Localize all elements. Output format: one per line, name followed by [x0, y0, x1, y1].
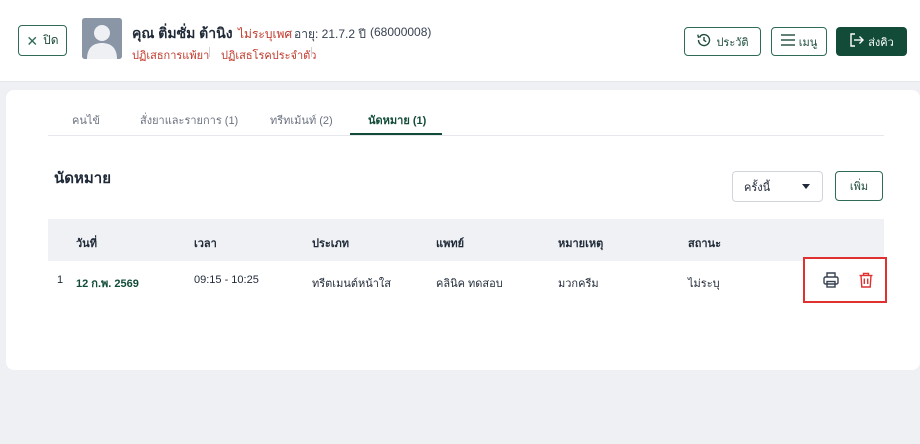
column-header-doctor: แพทย์ — [436, 238, 465, 250]
active-tab-indicator — [350, 133, 442, 135]
send-queue-button[interactable]: ส่งคิว — [836, 27, 907, 56]
table-row: 1 12 ก.พ. 2569 09:15 - 10:25 ทรีตเมนต์หน… — [48, 261, 884, 299]
column-header-type: ประเภท — [312, 238, 350, 250]
column-header-note: หมายเหตุ — [558, 238, 604, 250]
close-icon: ✕ — [26, 32, 39, 49]
patient-name: คุณ ติ่มซั่ม ต้านิง — [132, 25, 233, 41]
row-index: 1 — [57, 274, 64, 286]
tab-bar: คนไข้ สั่งยาและรายการ (1) ทรีทเม้นท์ (2)… — [48, 98, 884, 136]
patient-age: อายุ: 21.7.2 ปี — [294, 27, 366, 41]
column-header-status: สถานะ — [688, 238, 721, 250]
menu-button[interactable]: เมนู — [771, 27, 827, 56]
row-actions — [803, 257, 887, 303]
send-queue-icon — [849, 33, 865, 50]
row-note: มวกครีม — [558, 278, 599, 290]
row-time: 09:15 - 10:25 — [194, 274, 259, 286]
send-queue-button-label: ส่งคิว — [868, 36, 894, 49]
tab-treatments[interactable]: ทรีทเม้นท์ (2) — [270, 111, 333, 129]
divider — [209, 47, 210, 57]
tab-patient[interactable]: คนไข้ — [72, 111, 100, 129]
allergy-status: ปฏิเสธการแพ้ยา — [132, 50, 210, 62]
history-button[interactable]: ประวัติ — [684, 27, 761, 56]
caret-down-icon — [802, 184, 810, 189]
period-select[interactable]: ครั้งนี้ — [732, 171, 823, 202]
trash-icon[interactable] — [857, 271, 875, 289]
history-icon — [696, 32, 712, 51]
avatar — [82, 18, 122, 59]
add-appointment-button[interactable]: เพิ่ม — [835, 171, 883, 201]
row-status: ไม่ระบุ — [688, 278, 720, 290]
row-date: 12 ก.พ. 2569 — [76, 278, 139, 290]
history-button-label: ประวัติ — [716, 36, 749, 49]
hamburger-icon — [780, 34, 795, 49]
close-button-label: ปิด — [43, 33, 59, 47]
patient-hn: (68000008) — [370, 25, 432, 39]
patient-header: ✕ ปิด คุณ ติ่มซั่ม ต้านิง ไม่ระบุเพศ อาย… — [0, 0, 920, 82]
section-title: นัดหมาย — [54, 170, 111, 187]
close-button[interactable]: ✕ ปิด — [18, 25, 67, 56]
disease-status: ปฏิเสธโรคประจำตัว — [221, 50, 317, 62]
divider — [311, 47, 312, 57]
printer-icon[interactable] — [822, 271, 840, 289]
row-type: ทรีตเมนต์หน้าใส — [312, 278, 392, 290]
table-header: วันที่ เวลา ประเภท แพทย์ หมายเหตุ สถานะ — [48, 219, 884, 261]
tab-appointments[interactable]: นัดหมาย (1) — [368, 111, 426, 129]
menu-button-label: เมนู — [798, 36, 818, 49]
row-doctor: คลินิค ทดสอบ — [436, 278, 503, 290]
tab-orders[interactable]: สั่งยาและรายการ (1) — [140, 111, 238, 129]
patient-sex: ไม่ระบุเพศ — [238, 27, 293, 41]
column-header-date: วันที่ — [76, 238, 97, 250]
add-button-label: เพิ่ม — [849, 181, 869, 193]
column-header-time: เวลา — [194, 238, 217, 250]
period-select-value: ครั้งนี้ — [744, 181, 771, 194]
